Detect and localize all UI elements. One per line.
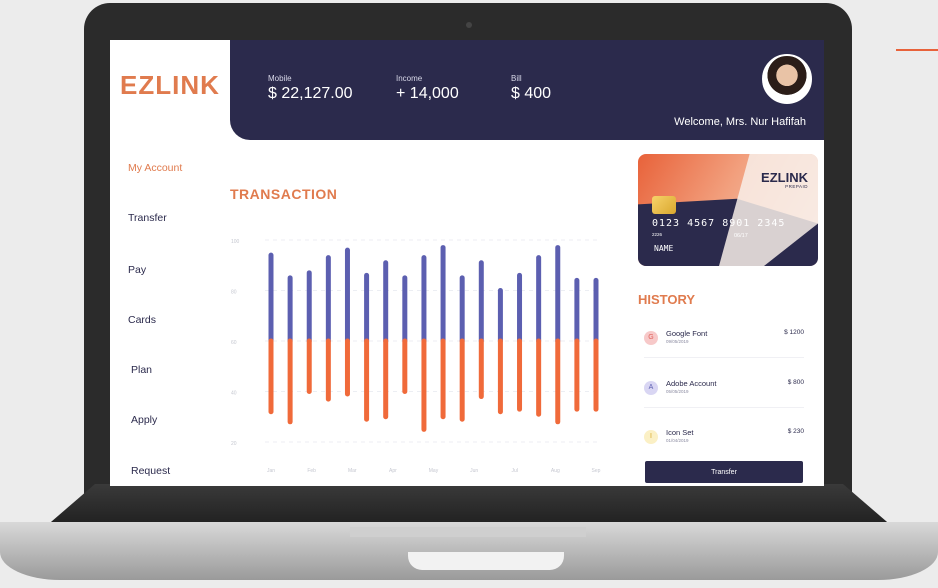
y-tick-label: 20 [231,441,237,447]
stat-value: + 14,000 [396,85,459,102]
history-item-name: Google Font [666,329,708,338]
stat-value: $ 400 [511,85,552,102]
icon-set-icon: I [644,430,658,444]
card-type: PREPAID [785,184,808,189]
x-tick-label: Jul [512,468,518,474]
y-tick-label: 80 [231,290,237,296]
history-item[interactable]: G Google Font 09/05/2019 $ 1200 [644,327,804,358]
x-tick-label: Jan [267,468,275,474]
card-number: 0123 4567 8901 2345 [652,218,786,229]
x-tick-label: Jun [470,468,478,474]
x-tick-label: Mar [348,468,357,474]
card-expiry: 06/17 [734,233,748,239]
sidebar-item-apply[interactable]: Apply [131,414,157,426]
history-title: HISTORY [638,292,696,307]
stat-bill: Bill $ 400 [511,74,551,103]
history-item-amount: $ 800 [787,379,804,386]
sidebar-item-pay[interactable]: Pay [128,264,146,276]
app-logo: EZLINK [120,70,220,100]
history-item-date: 05/05/2019 [666,389,689,394]
stat-label: Income [396,74,423,83]
transaction-chart: 100 80 60 40 20 Jan Feb Mar Apr May Jun Jul Aug Sep [231,239,601,474]
history-item-name: Icon Set [666,428,694,437]
google-icon: G [644,331,658,345]
sidebar-item-my-account[interactable]: My Account [128,162,182,174]
sidebar-item-plan[interactable]: Plan [131,364,152,376]
history-item-amount: $ 230 [787,428,804,435]
y-tick-label: 60 [231,340,237,346]
stat-income: Income + 14,000 [396,74,459,103]
y-tick-label: 40 [231,391,237,397]
history-item[interactable]: A Adobe Account 05/05/2019 $ 800 [644,377,804,408]
x-tick-label: May [429,468,439,474]
transaction-title: TRANSACTION [230,186,338,202]
welcome-text: Welcome, Mrs. Nur Hafifah [674,116,806,128]
sidebar-item-cards[interactable]: Cards [128,314,156,326]
stat-mobile: Mobile $ 22,127.00 [268,74,353,103]
card-code: 2226 [652,232,663,237]
stat-value: $ 22,127.00 [268,85,353,102]
history-item[interactable]: I Icon Set 01/04/2019 $ 230 [644,426,804,452]
x-tick-label: Feb [307,468,316,474]
transfer-button[interactable]: Transfer [645,461,803,483]
divider [644,357,804,358]
stat-label: Bill [511,74,522,83]
history-item-date: 01/04/2019 [666,438,689,443]
history-item-amount: $ 1200 [784,329,804,336]
y-tick-label: 100 [231,239,240,245]
x-tick-label: Aug [551,468,560,474]
x-tick-label: Apr [389,468,397,474]
decorative-accent-line [896,49,938,51]
stat-label: Mobile [268,74,292,83]
laptop-hinge [350,527,586,537]
prepaid-card[interactable]: EZLINK PREPAID 0123 4567 8901 2345 2226 … [638,154,818,266]
x-tick-label: Sep [592,468,601,474]
card-holder-name: NAME [654,244,674,253]
card-logo: EZLINK [761,170,808,185]
sidebar-item-transfer[interactable]: Transfer [128,212,167,224]
adobe-icon: A [644,381,658,395]
divider [644,407,804,408]
header-bar: Mobile $ 22,127.00 Income + 14,000 Bill … [230,40,824,140]
webcam [466,22,472,28]
user-avatar[interactable] [762,54,812,104]
app-screen: EZLINK Mobile $ 22,127.00 Income + 14,00… [110,40,824,486]
card-chip-icon [652,196,676,214]
laptop-notch [408,552,564,570]
history-item-name: Adobe Account [666,379,717,388]
history-item-date: 09/05/2019 [666,339,689,344]
sidebar-item-request[interactable]: Request [131,465,170,477]
